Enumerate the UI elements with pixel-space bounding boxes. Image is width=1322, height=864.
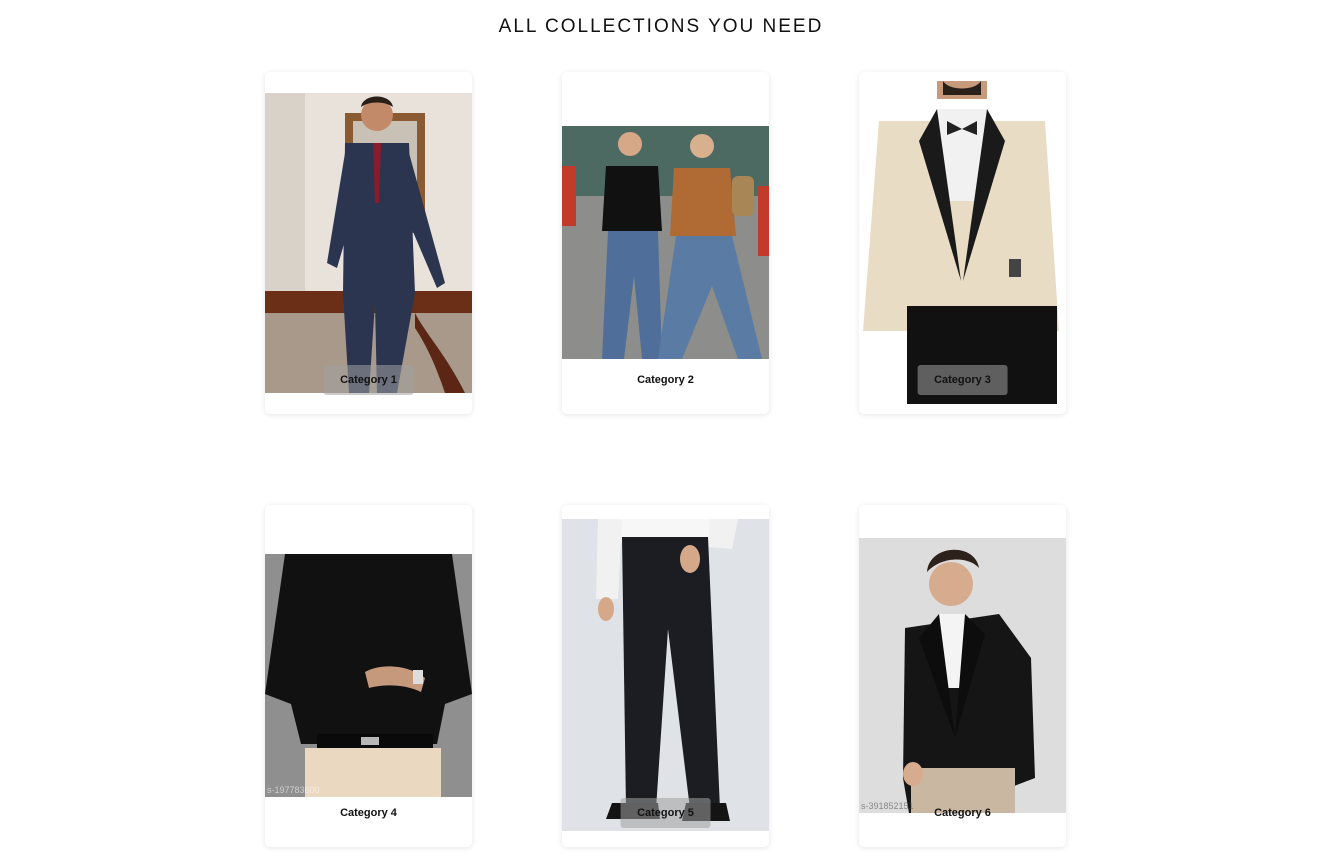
category-6-watermark: s-391852151 xyxy=(861,801,914,811)
category-card-1[interactable]: Category 1 xyxy=(265,72,472,414)
category-4-label[interactable]: Category 4 xyxy=(323,798,414,828)
category-6-photo[interactable]: s-391852151 xyxy=(859,538,1066,813)
category-2-photo[interactable] xyxy=(562,126,769,359)
category-1-label[interactable]: Category 1 xyxy=(323,365,414,395)
category-card-2[interactable]: Category 2 xyxy=(562,72,769,414)
category-4-watermark: s-197783600 xyxy=(267,785,320,795)
category-card-6[interactable]: s-391852151 Category 6 xyxy=(859,505,1066,847)
category-5-photo[interactable] xyxy=(562,519,769,831)
category-5-label[interactable]: Category 5 xyxy=(620,798,711,828)
category-card-5[interactable]: Category 5 xyxy=(562,505,769,847)
category-3-photo[interactable] xyxy=(859,81,1066,404)
category-4-photo[interactable]: s-197783600 xyxy=(265,554,472,797)
category-2-label[interactable]: Category 2 xyxy=(620,365,711,395)
category-6-label[interactable]: Category 6 xyxy=(917,798,1008,828)
category-1-photo[interactable] xyxy=(265,93,472,393)
category-3-label[interactable]: Category 3 xyxy=(917,365,1008,395)
category-card-4[interactable]: s-197783600 Category 4 xyxy=(265,505,472,847)
section-title: ALL COLLECTIONS YOU NEED xyxy=(498,16,824,37)
category-card-3[interactable]: Category 3 xyxy=(859,72,1066,414)
